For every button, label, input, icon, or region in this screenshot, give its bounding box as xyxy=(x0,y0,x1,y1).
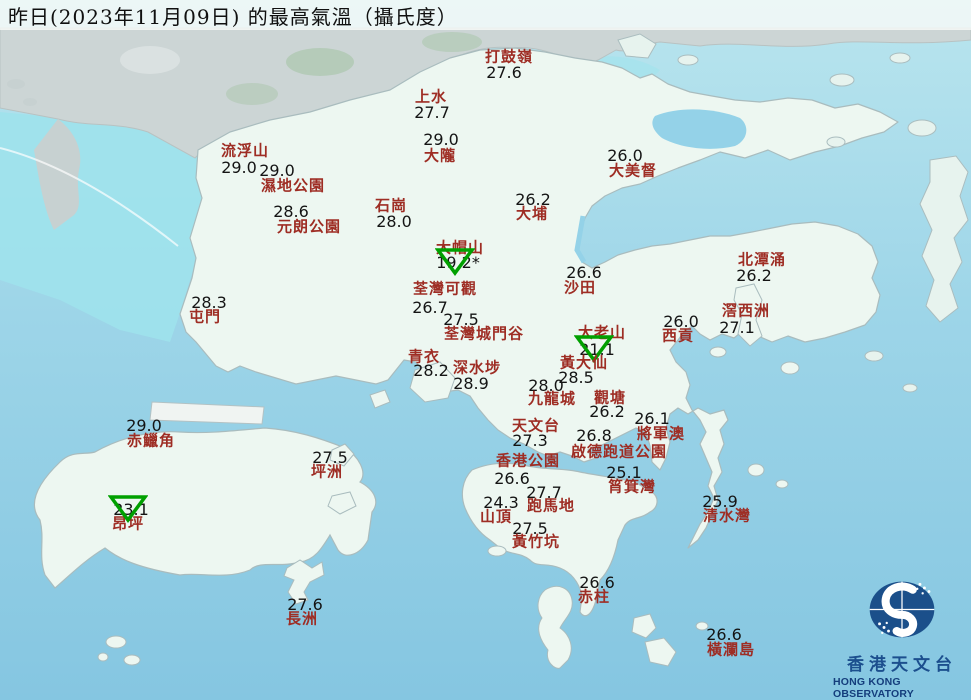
station-label: 西貢 xyxy=(661,326,695,345)
station-temp: 27.6 xyxy=(486,63,522,82)
station-label: 啟德跑道公園 xyxy=(570,442,668,461)
station-label: 青衣 xyxy=(407,347,441,366)
station-label: 滘西洲 xyxy=(721,301,771,320)
hko-logo: 香港天文台 HONG KONG OBSERVATORY xyxy=(833,568,971,700)
station-label: 北潭涌 xyxy=(737,250,787,269)
station-label: 觀塘 xyxy=(593,388,627,407)
station-label: 打鼓嶺 xyxy=(484,47,534,66)
station-label: 流浮山 xyxy=(220,141,270,160)
station-temp: 26.6 xyxy=(494,469,530,488)
station-temp: 28.0 xyxy=(376,212,412,231)
station-temp: 27.3 xyxy=(512,431,548,450)
station-label: 深水埗 xyxy=(452,358,502,377)
station-label: 屯門 xyxy=(188,307,222,326)
station-label: 荃灣城門谷 xyxy=(443,324,525,343)
station-label: 大埔 xyxy=(515,204,549,223)
station-label: 將軍澳 xyxy=(636,424,686,443)
station-label: 赤柱 xyxy=(577,587,611,606)
station-label: 大隴 xyxy=(423,146,457,165)
station-label: 濕地公園 xyxy=(260,176,326,195)
station-label: 跑馬地 xyxy=(526,496,576,515)
page-title: 昨日(2023年11月09日) 的最高氣溫（攝氏度） xyxy=(8,4,458,29)
station-temp: 19.2* xyxy=(436,253,480,272)
station-label: 大美督 xyxy=(608,161,658,180)
station-label: 上水 xyxy=(414,87,448,106)
station-temp: 28.9 xyxy=(453,374,489,393)
hong-kong-map xyxy=(0,0,971,700)
station-label: 沙田 xyxy=(563,278,597,297)
station-temp: 27.7 xyxy=(414,103,450,122)
station-label: 坪洲 xyxy=(310,462,344,481)
station-label: 長洲 xyxy=(285,609,319,628)
station-label: 元朗公園 xyxy=(276,217,342,236)
station-label: 山頂 xyxy=(479,507,513,526)
station-label: 赤鱲角 xyxy=(126,431,176,450)
hko-logo-chinese: 香港天文台 xyxy=(847,655,957,675)
station-label: 石崗 xyxy=(374,196,408,215)
station-label: 昂坪 xyxy=(111,514,145,533)
title-bar: 昨日(2023年11月09日) 的最高氣溫（攝氏度） xyxy=(0,0,971,30)
hko-emblem-icon xyxy=(869,581,935,638)
station-label: 荃灣可觀 xyxy=(412,279,478,298)
station-label: 九龍城 xyxy=(527,389,577,408)
weather-map-screen: 昨日(2023年11月09日) 的最高氣溫（攝氏度） 27.6 打鼓嶺 27.7 上水… xyxy=(0,0,971,700)
station-label: 天文台 xyxy=(511,416,561,435)
station-label: 黃竹坑 xyxy=(511,532,561,551)
station-label: 香港公園 xyxy=(495,451,561,470)
station-temp: 29.0 xyxy=(221,158,257,177)
hko-logo-english: HONG KONG OBSERVATORY xyxy=(833,676,914,700)
station-label: 大帽山 xyxy=(435,238,485,257)
station-temp: 27.1 xyxy=(719,318,755,337)
station-label: 黃大仙 xyxy=(559,353,609,372)
ap-lei-chau-island xyxy=(487,545,507,557)
station-label: 橫瀾島 xyxy=(706,640,756,659)
station-temp: 26.2 xyxy=(736,266,772,285)
station-label: 大老山 xyxy=(577,323,627,342)
station-label: 筲箕灣 xyxy=(607,477,657,496)
station-label: 清水灣 xyxy=(702,506,752,525)
